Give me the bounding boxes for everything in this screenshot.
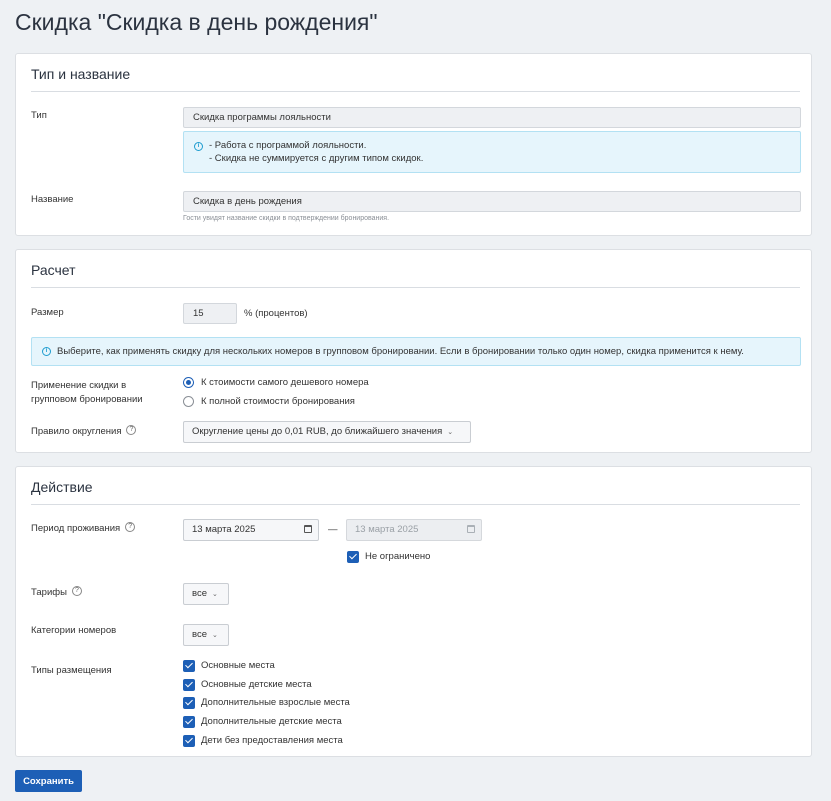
section-title-action: Действие	[31, 479, 93, 495]
chevron-down-icon: ⌄	[447, 429, 454, 436]
tariffs-label-text: Тарифы	[31, 587, 67, 598]
chevron-down-icon: ⌄	[211, 632, 218, 639]
card-type-and-name: Тип и название Тип Скидка программы лоял…	[15, 53, 812, 236]
date-to-input[interactable]: 13 марта 2025	[346, 519, 482, 541]
loyalty-info-box: i - Работа с программой лояльности. - Ск…	[183, 131, 801, 173]
name-field: Скидка в день рождения	[183, 191, 801, 212]
section-title-calculation: Расчет	[31, 262, 76, 278]
period-label: Период проживания?	[31, 521, 136, 537]
save-button[interactable]: Сохранить	[15, 770, 82, 792]
period-label-text: Период проживания	[31, 523, 121, 534]
radio-cheapest-room-label[interactable]: К стоимости самого дешевого номера	[201, 376, 369, 390]
placement-label-main-child[interactable]: Основные детские места	[201, 678, 312, 692]
question-circle-icon[interactable]: ?	[71, 586, 82, 597]
calendar-icon	[467, 525, 475, 533]
calendar-icon[interactable]	[304, 525, 312, 533]
radio-cheapest-room[interactable]	[183, 377, 194, 388]
size-input[interactable]: 15	[183, 303, 237, 324]
radio-full-cost-label[interactable]: К полной стоимости бронирования	[201, 395, 355, 409]
card-action: Действие Период проживания? 13 марта 202…	[15, 466, 812, 757]
radio-full-cost[interactable]	[183, 396, 194, 407]
section-divider	[31, 287, 800, 288]
categories-select-value: все	[192, 629, 207, 640]
question-circle-icon[interactable]: ?	[125, 522, 136, 533]
group-apply-label-line2: групповом бронировании	[31, 394, 143, 405]
unlimited-label[interactable]: Не ограничено	[365, 550, 430, 564]
chevron-down-icon: ⌄	[211, 591, 218, 598]
rounding-label-text: Правило округления	[31, 426, 122, 437]
section-title-type-name: Тип и название	[31, 66, 131, 82]
rounding-select-value: Округление цены до 0,01 RUB, до ближайше…	[192, 426, 443, 437]
type-label: Тип	[31, 110, 47, 121]
size-label: Размер	[31, 307, 64, 318]
info-icon: i	[42, 347, 51, 356]
placement-checkbox-extra-adult[interactable]	[183, 697, 195, 709]
unlimited-checkbox[interactable]	[347, 551, 359, 563]
tariffs-select-value: все	[192, 588, 207, 599]
placement-label: Типы размещения	[31, 665, 112, 676]
question-circle-icon[interactable]: ?	[126, 425, 137, 436]
tariffs-select[interactable]: все ⌄	[183, 583, 229, 605]
info-icon: i	[194, 142, 203, 151]
placement-label-no-seat-child[interactable]: Дети без предоставления места	[201, 734, 343, 748]
placement-label-main[interactable]: Основные места	[201, 659, 275, 673]
info-line-2: - Скидка не суммируется с другим типом с…	[209, 153, 424, 164]
size-unit: % (процентов)	[244, 308, 308, 319]
placement-label-extra-adult[interactable]: Дополнительные взрослые места	[201, 696, 350, 710]
date-from-value: 13 марта 2025	[192, 524, 256, 535]
placement-checkbox-no-seat-child[interactable]	[183, 735, 195, 747]
categories-label: Категории номеров	[31, 625, 117, 636]
date-separator: —	[328, 524, 338, 535]
placement-checkbox-main[interactable]	[183, 660, 195, 672]
page-title: Скидка "Скидка в день рождения"	[15, 9, 378, 35]
placement-label-extra-child[interactable]: Дополнительные детские места	[201, 715, 342, 729]
tariffs-label: Тарифы?	[31, 585, 82, 601]
name-label: Название	[31, 194, 74, 205]
name-hint: Гости увидят название скидки в подтвержд…	[183, 215, 390, 222]
placement-checkbox-main-child[interactable]	[183, 679, 195, 691]
info-line-1: - Работа с программой лояльности.	[209, 140, 367, 151]
rounding-label: Правило округления?	[31, 424, 137, 440]
date-to-value: 13 марта 2025	[355, 524, 419, 535]
section-divider	[31, 91, 800, 92]
section-divider	[31, 504, 800, 505]
rounding-select[interactable]: Округление цены до 0,01 RUB, до ближайше…	[183, 421, 471, 443]
group-info-text: Выберите, как применять скидку для неско…	[57, 346, 744, 357]
date-from-input[interactable]: 13 марта 2025	[183, 519, 319, 541]
placement-checkbox-extra-child[interactable]	[183, 716, 195, 728]
card-calculation: Расчет Размер 15 % (процентов) i Выберит…	[15, 249, 812, 453]
type-field: Скидка программы лояльности	[183, 107, 801, 128]
group-info-box: i Выберите, как применять скидку для нес…	[31, 337, 801, 366]
categories-select[interactable]: все ⌄	[183, 624, 229, 646]
